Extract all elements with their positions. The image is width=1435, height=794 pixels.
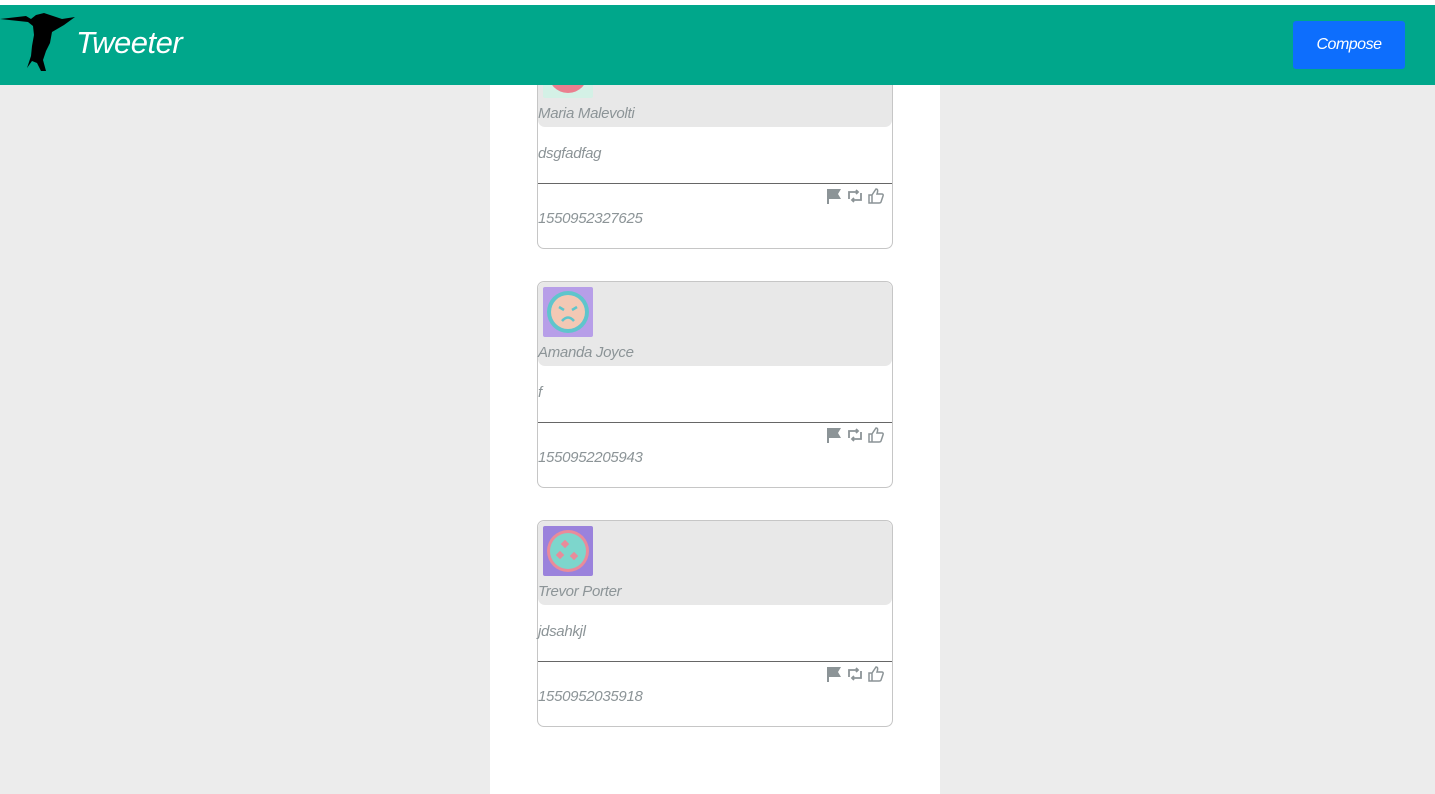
avatar-icon — [543, 526, 593, 576]
retweet-icon[interactable] — [846, 665, 864, 683]
tweet-author: Maria Malevolti — [538, 105, 635, 122]
tweet-card: Amanda Joyce f 1550952205943 — [537, 281, 893, 488]
like-icon[interactable] — [867, 426, 885, 444]
tweet-content: f — [538, 384, 542, 401]
flag-icon[interactable] — [825, 187, 843, 205]
tweet-author: Amanda Joyce — [538, 344, 634, 361]
tweet-timestamp: 1550952035918 — [538, 688, 643, 705]
hummingbird-icon — [0, 13, 75, 71]
tweet-actions — [825, 426, 885, 444]
navbar: Tweeter Compose — [0, 5, 1435, 85]
tweet-timestamp: 1550952205943 — [538, 449, 643, 466]
compose-button[interactable]: Compose — [1293, 21, 1405, 69]
tweet-header: Trevor Porter — [538, 521, 892, 605]
tweet-card: Trevor Porter jdsahkjl 1550952035918 — [537, 520, 893, 727]
like-icon[interactable] — [867, 665, 885, 683]
tweet-divider — [538, 422, 892, 423]
tweet-content: dsgfadfag — [538, 145, 602, 162]
flag-icon[interactable] — [825, 665, 843, 683]
tweet-actions — [825, 187, 885, 205]
retweet-icon[interactable] — [846, 187, 864, 205]
brand-title[interactable]: Tweeter — [76, 25, 183, 61]
tweet-content: jdsahkjl — [538, 623, 586, 640]
tweet-actions — [825, 665, 885, 683]
avatar-icon — [543, 287, 593, 337]
like-icon[interactable] — [867, 187, 885, 205]
retweet-icon[interactable] — [846, 426, 864, 444]
tweet-author: Trevor Porter — [538, 583, 622, 600]
tweet-divider — [538, 661, 892, 662]
tweet-timestamp: 1550952327625 — [538, 210, 643, 227]
flag-icon[interactable] — [825, 426, 843, 444]
timeline: Maria Malevolti dsgfadfag 1550952327625 … — [490, 0, 940, 794]
tweet-header: Amanda Joyce — [538, 282, 892, 366]
tweet-divider — [538, 183, 892, 184]
